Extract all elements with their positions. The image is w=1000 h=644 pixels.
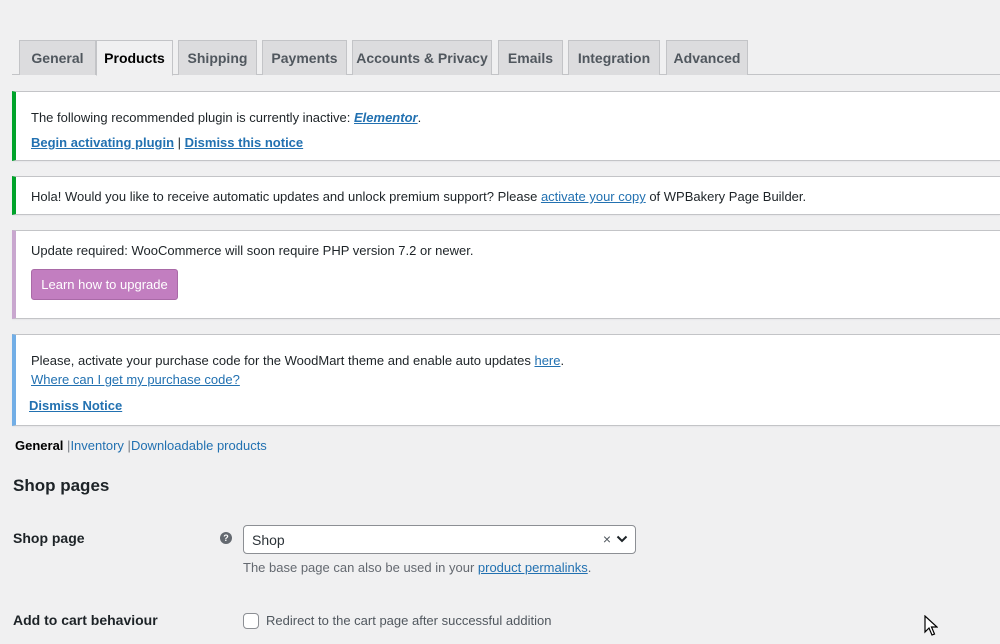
- shop-page-value: Shop: [252, 532, 285, 548]
- tab-payments[interactable]: Payments: [262, 40, 347, 75]
- wpbakery-notice: Hola! Would you like to receive automati…: [12, 176, 1000, 215]
- elementor-notice: The following recommended plugin is curr…: [12, 91, 1000, 161]
- subnav-inventory[interactable]: Inventory: [70, 438, 123, 453]
- purchase-code-row: Where can I get my purchase code?: [31, 371, 240, 389]
- php-notice-text: Update required: WooCommerce will soon r…: [31, 243, 474, 258]
- clear-icon[interactable]: ×: [603, 531, 611, 547]
- mouse-cursor-icon: [924, 615, 938, 636]
- tab-accounts-privacy[interactable]: Accounts & Privacy: [352, 40, 492, 75]
- woodmart-notice-text: Please, activate your purchase code for …: [31, 353, 565, 368]
- tab-shipping[interactable]: Shipping: [178, 40, 257, 75]
- php-update-notice: Update required: WooCommerce will soon r…: [12, 230, 1000, 319]
- dismiss-notice-link[interactable]: Dismiss this notice: [185, 135, 303, 150]
- here-link[interactable]: here: [534, 353, 560, 368]
- subnav-downloadable-products[interactable]: Downloadable products: [131, 438, 267, 453]
- product-permalinks-link[interactable]: product permalinks: [478, 560, 588, 575]
- chevron-down-icon[interactable]: [616, 533, 628, 545]
- shop-page-description: The base page can also be used in your p…: [243, 560, 592, 575]
- help-icon[interactable]: ?: [220, 532, 232, 544]
- tab-general[interactable]: General: [19, 40, 96, 75]
- tab-emails[interactable]: Emails: [498, 40, 563, 75]
- elementor-notice-actions: Begin activating plugin | Dismiss this n…: [31, 135, 304, 150]
- section-title: Shop pages: [13, 476, 110, 495]
- redirect-cart-checkbox[interactable]: [243, 613, 259, 629]
- section-subnav: General |Inventory |Downloadable product…: [15, 438, 267, 453]
- dismiss-notice-woodmart-link[interactable]: Dismiss Notice: [29, 398, 122, 413]
- settings-tabs: General Products Shipping Payments Accou…: [12, 40, 1000, 76]
- subnav-general[interactable]: General: [15, 438, 63, 453]
- shop-page-label: Shop page: [13, 530, 85, 546]
- redirect-cart-label[interactable]: Redirect to the cart page after successf…: [266, 613, 551, 628]
- purchase-code-link[interactable]: Where can I get my purchase code?: [31, 372, 240, 387]
- woodmart-notice: Please, activate your purchase code for …: [12, 334, 1000, 426]
- begin-activating-plugin-link[interactable]: Begin activating plugin: [31, 135, 174, 150]
- activate-copy-link[interactable]: activate your copy: [541, 189, 646, 204]
- wpbakery-notice-text: Hola! Would you like to receive automati…: [31, 189, 807, 204]
- learn-upgrade-button[interactable]: Learn how to upgrade: [31, 269, 178, 300]
- woodmart-dismiss-row: Dismiss Notice: [29, 397, 122, 415]
- add-to-cart-label: Add to cart behaviour: [13, 612, 158, 628]
- tab-products[interactable]: Products: [96, 40, 173, 76]
- tab-integration[interactable]: Integration: [568, 40, 660, 75]
- elementor-notice-text: The following recommended plugin is curr…: [31, 110, 422, 125]
- shop-page-select[interactable]: Shop ×: [243, 525, 636, 554]
- tab-advanced[interactable]: Advanced: [666, 40, 748, 75]
- elementor-link[interactable]: Elementor: [354, 110, 418, 125]
